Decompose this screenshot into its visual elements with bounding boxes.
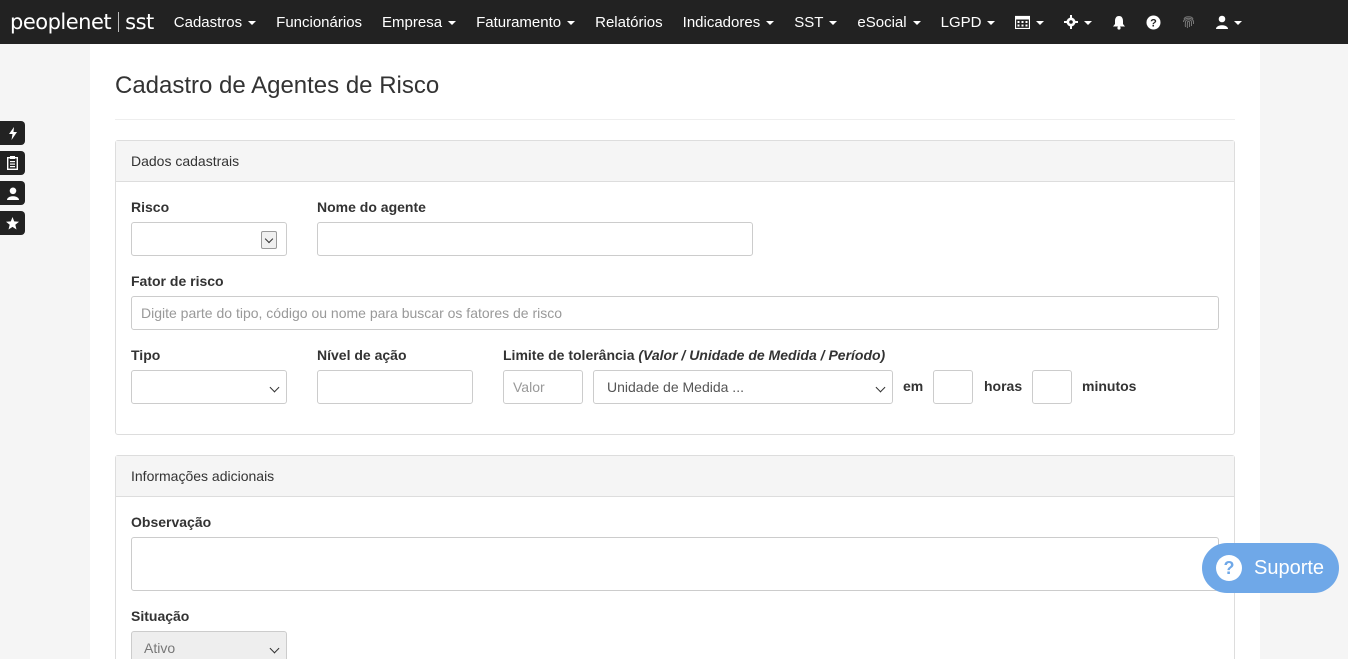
brand-logo[interactable]: peoplenet sst	[0, 0, 164, 44]
nav-label: Faturamento	[476, 13, 562, 31]
observacao-textarea[interactable]	[131, 537, 1219, 591]
nav-item-sst[interactable]: SST	[784, 0, 847, 44]
limite-tolerancia-label: Limite de tolerância (Valor / Unidade de…	[503, 347, 885, 363]
caret-down-icon	[248, 21, 257, 25]
fator-risco-placeholder: Digite parte do tipo, código ou nome par…	[141, 305, 563, 321]
nav-help[interactable]: ?	[1136, 0, 1171, 44]
limite-hint: (Valor / Unidade de Medida / Período)	[638, 347, 886, 363]
panel-informacoes-adicionais: Informações adicionais Observação Situaç…	[115, 455, 1235, 659]
side-button-clipboard[interactable]	[0, 151, 25, 175]
nav-settings[interactable]	[1054, 0, 1102, 44]
nav-notifications[interactable]	[1102, 0, 1136, 44]
fator-risco-search-input[interactable]: Digite parte do tipo, código ou nome par…	[131, 296, 1219, 330]
nav-label: LGPD	[940, 13, 982, 31]
nav-item-lgpd[interactable]: LGPD	[931, 0, 1006, 44]
title-divider	[115, 119, 1235, 120]
panel-dados-cadastrais: Dados cadastrais Risco Nome do agente Fa…	[115, 140, 1235, 435]
top-navbar: peoplenet sst Cadastros Funcionários Emp…	[0, 0, 1348, 44]
star-icon	[6, 216, 19, 229]
caret-down-icon	[1084, 21, 1093, 25]
nav-item-relatorios[interactable]: Relatórios	[585, 0, 673, 44]
user-icon	[6, 187, 19, 200]
nivel-acao-label: Nível de ação	[317, 347, 407, 363]
nav-item-faturamento[interactable]: Faturamento	[466, 0, 585, 44]
help-icon: ?	[1216, 555, 1242, 581]
fingerprint-icon	[1183, 16, 1195, 29]
nav-item-indicadores[interactable]: Indicadores	[673, 0, 785, 44]
chevron-down-icon	[875, 382, 886, 393]
caret-down-icon	[987, 21, 996, 25]
nav-label: Cadastros	[173, 13, 243, 31]
side-button-star[interactable]	[0, 211, 25, 235]
user-icon	[1216, 15, 1229, 29]
caret-down-icon	[1234, 21, 1243, 25]
nav-calendar[interactable]	[1005, 0, 1054, 44]
page-title: Cadastro de Agentes de Risco	[115, 72, 440, 99]
nav-item-funcionarios[interactable]: Funcionários	[266, 0, 372, 44]
risco-select[interactable]	[131, 222, 287, 256]
situacao-select[interactable]: Ativo	[131, 631, 287, 659]
horas-input[interactable]	[933, 370, 973, 404]
horas-text: horas	[984, 378, 1023, 394]
brand-name: peoplenet	[10, 10, 112, 34]
tipo-label: Tipo	[131, 347, 161, 363]
help-icon: ?	[1146, 15, 1161, 29]
suporte-label: Suporte	[1254, 556, 1325, 579]
em-text: em	[903, 378, 924, 394]
valor-input[interactable]: Valor	[503, 370, 583, 404]
side-button-bolt[interactable]	[0, 121, 25, 145]
unidade-medida-select[interactable]: Unidade de Medida ...	[593, 370, 893, 404]
chevron-down-icon	[269, 382, 280, 393]
calendar-icon	[1015, 15, 1031, 29]
caret-down-icon	[448, 21, 457, 25]
nav-label: SST	[794, 13, 824, 31]
bolt-icon	[8, 126, 17, 140]
nav-item-cadastros[interactable]: Cadastros	[164, 0, 266, 44]
nav-item-esocial[interactable]: eSocial	[847, 0, 930, 44]
nivel-acao-input[interactable]	[317, 370, 473, 404]
observacao-label: Observação	[131, 514, 212, 530]
nome-agente-input[interactable]	[317, 222, 753, 256]
svg-text:?: ?	[1151, 17, 1158, 29]
unidade-medida-value: Unidade de Medida ...	[607, 379, 744, 395]
nav-fingerprint[interactable]	[1171, 0, 1206, 44]
nav-user-menu[interactable]	[1206, 0, 1252, 44]
gear-icon	[1064, 15, 1079, 29]
caret-down-icon	[766, 21, 775, 25]
minutos-text: minutos	[1082, 378, 1137, 394]
situacao-value: Ativo	[144, 640, 176, 656]
caret-down-icon	[1036, 21, 1045, 25]
caret-down-icon	[567, 21, 576, 25]
tipo-select[interactable]	[131, 370, 287, 404]
valor-placeholder: Valor	[513, 379, 545, 395]
nav-item-empresa[interactable]: Empresa	[372, 0, 466, 44]
minutos-input[interactable]	[1032, 370, 1072, 404]
risco-label: Risco	[131, 199, 170, 215]
nav-label: Funcionários	[276, 13, 363, 31]
limite-label-text: Limite de tolerância	[503, 347, 635, 363]
suporte-button[interactable]: ? Suporte	[1202, 543, 1339, 593]
nav-label: Indicadores	[682, 13, 761, 31]
fator-risco-label: Fator de risco	[131, 273, 224, 289]
panel-heading: Dados cadastrais	[116, 141, 1234, 182]
bell-icon	[1113, 15, 1126, 30]
nav-label: Relatórios	[595, 13, 663, 31]
situacao-label: Situação	[131, 608, 190, 624]
nav-label: Empresa	[382, 13, 443, 31]
clipboard-icon	[7, 156, 18, 170]
nome-agente-label: Nome do agente	[317, 199, 426, 215]
chevron-down-icon	[261, 231, 277, 249]
chevron-down-icon	[269, 643, 280, 654]
caret-down-icon	[912, 21, 921, 25]
panel-heading: Informações adicionais	[116, 456, 1234, 497]
caret-down-icon	[829, 21, 838, 25]
main-content: Cadastro de Agentes de Risco Dados cadas…	[90, 44, 1260, 659]
brand-separator	[118, 12, 120, 32]
nav-label: eSocial	[857, 13, 907, 31]
side-button-user[interactable]	[0, 181, 25, 205]
brand-suffix: sst	[125, 10, 154, 34]
